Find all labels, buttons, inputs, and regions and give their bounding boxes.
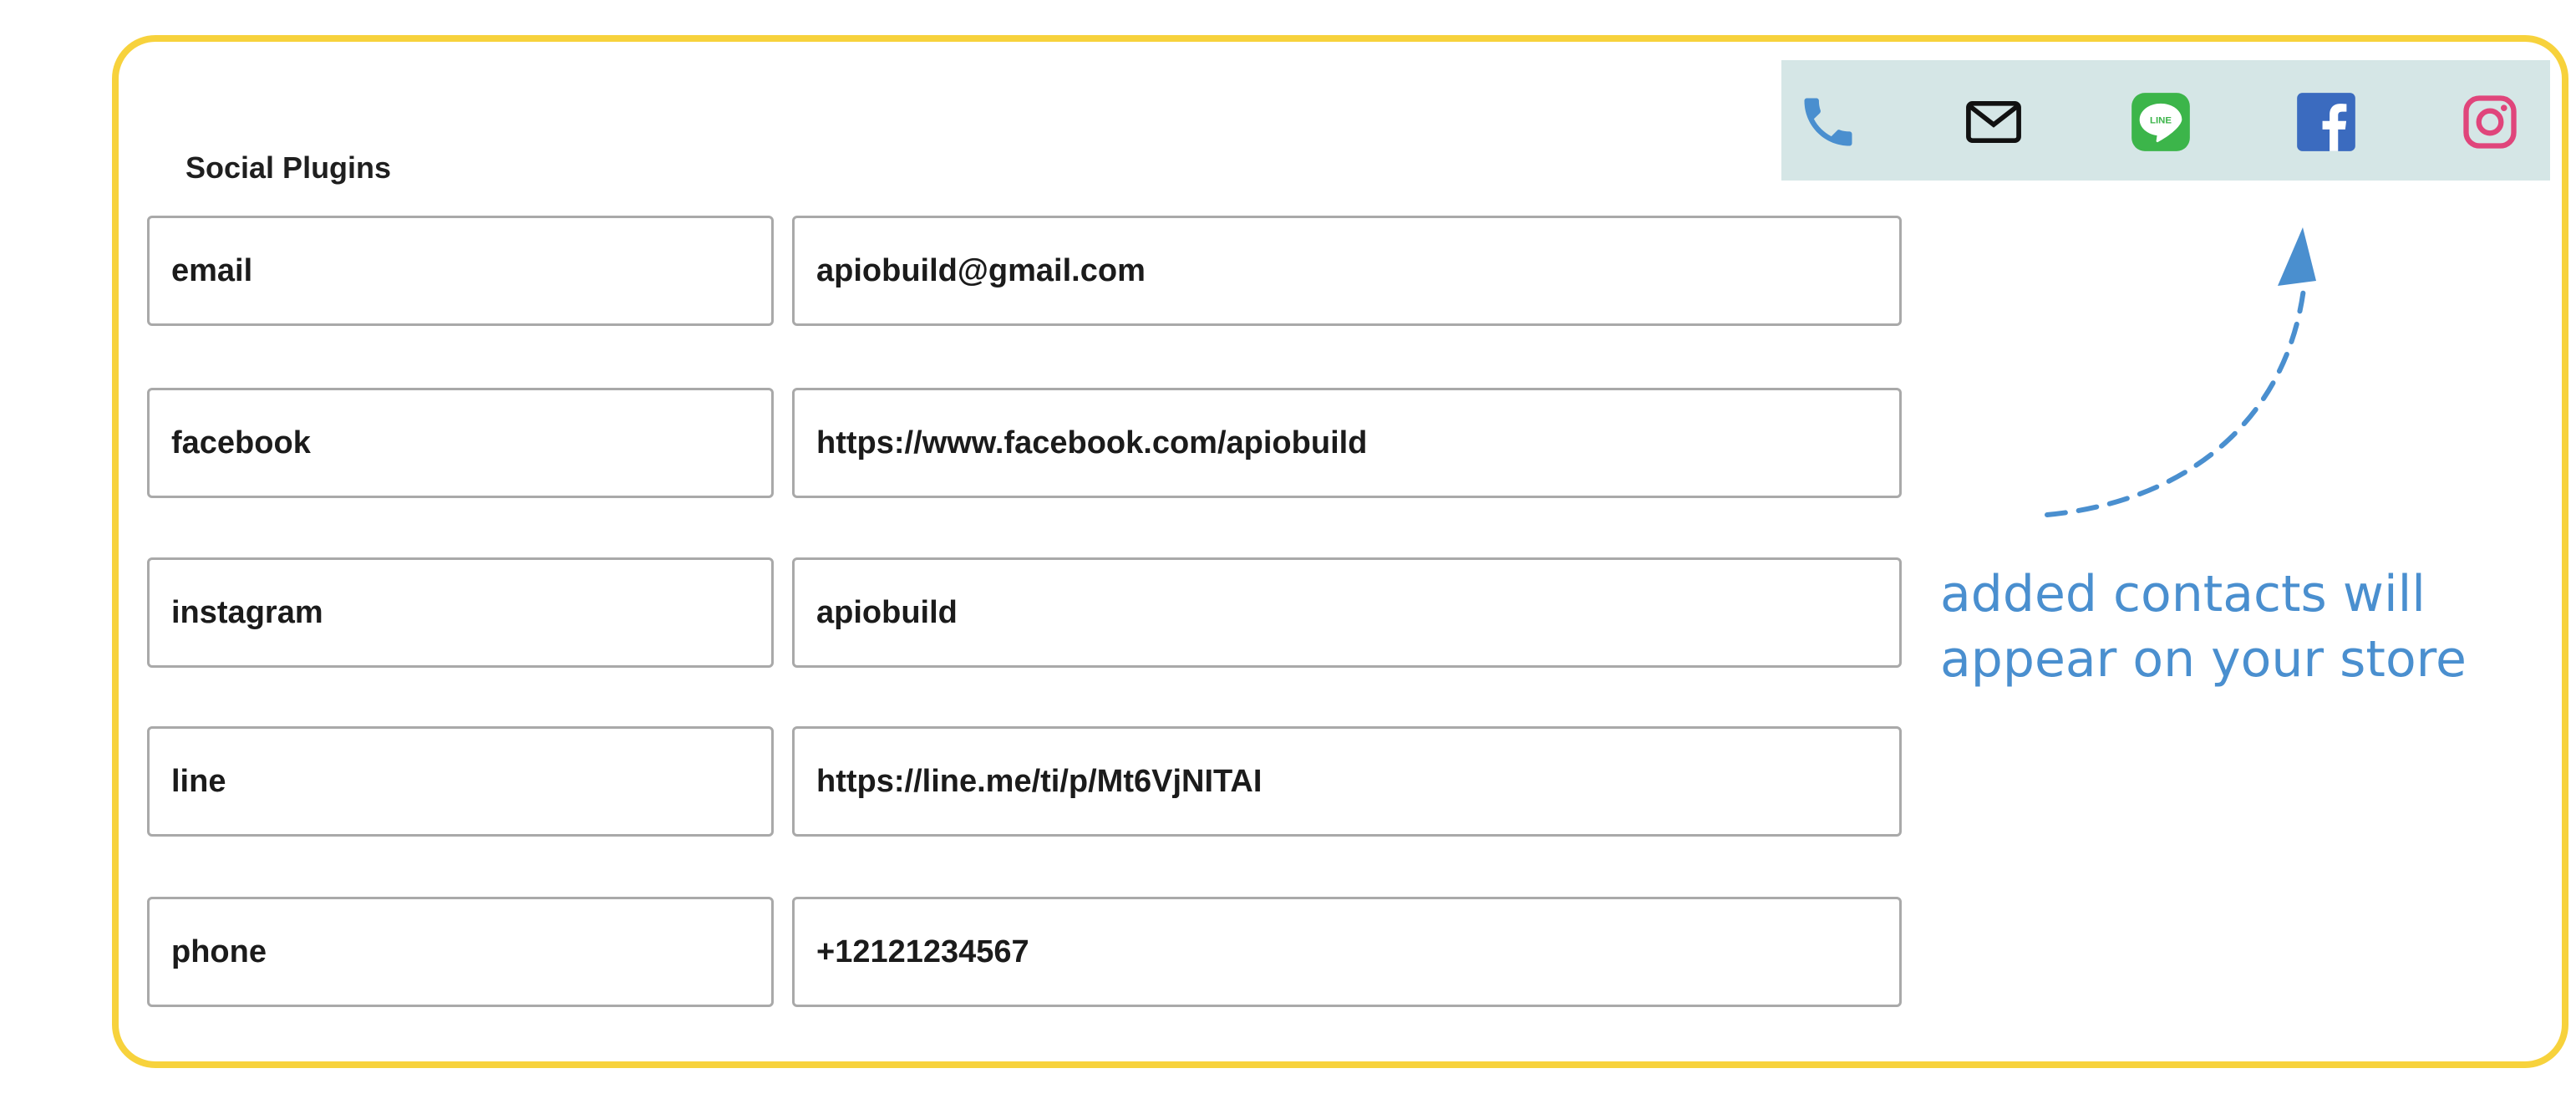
contact-key-field[interactable]: line [147,726,774,837]
contact-key-field[interactable]: email [147,216,774,326]
annotation-note-line: added contacts will [1940,565,2426,623]
contact-value-field[interactable]: apiobuild [792,557,1902,668]
section-title: Social Plugins [185,150,392,185]
contact-row-instagram: instagram apiobuild [147,557,1902,668]
contact-key-field[interactable]: facebook [147,388,774,498]
annotation-arrow-icon [2045,227,2316,517]
line-icon[interactable]: LINE [2129,90,2192,154]
contact-key-field[interactable]: instagram [147,557,774,668]
contact-value-field[interactable]: +12121234567 [792,897,1902,1007]
contact-key-field[interactable]: phone [147,897,774,1007]
annotation-note: added contacts will appear on your store [1940,562,2467,692]
facebook-icon[interactable] [2294,90,2358,154]
contact-row-facebook: facebook https://www.facebook.com/apiobu… [147,388,1902,498]
contact-row-line: line https://line.me/ti/p/Mt6VjNITAI [147,726,1902,837]
mail-icon[interactable] [1962,90,2025,154]
contact-row-email: email apiobuild@gmail.com [147,216,1902,326]
contact-value-field[interactable]: apiobuild@gmail.com [792,216,1902,326]
phone-icon[interactable] [1796,90,1860,154]
line-badge-text: LINE [2150,115,2172,125]
annotation-note-line: appear on your store [1940,630,2467,689]
contact-value-field[interactable]: https://line.me/ti/p/Mt6VjNITAI [792,726,1902,837]
instagram-icon[interactable] [2458,90,2522,154]
contact-row-phone: phone +12121234567 [147,897,1902,1007]
contact-value-field[interactable]: https://www.facebook.com/apiobuild [792,388,1902,498]
store-contact-icon-bar: LINE [1781,60,2550,181]
